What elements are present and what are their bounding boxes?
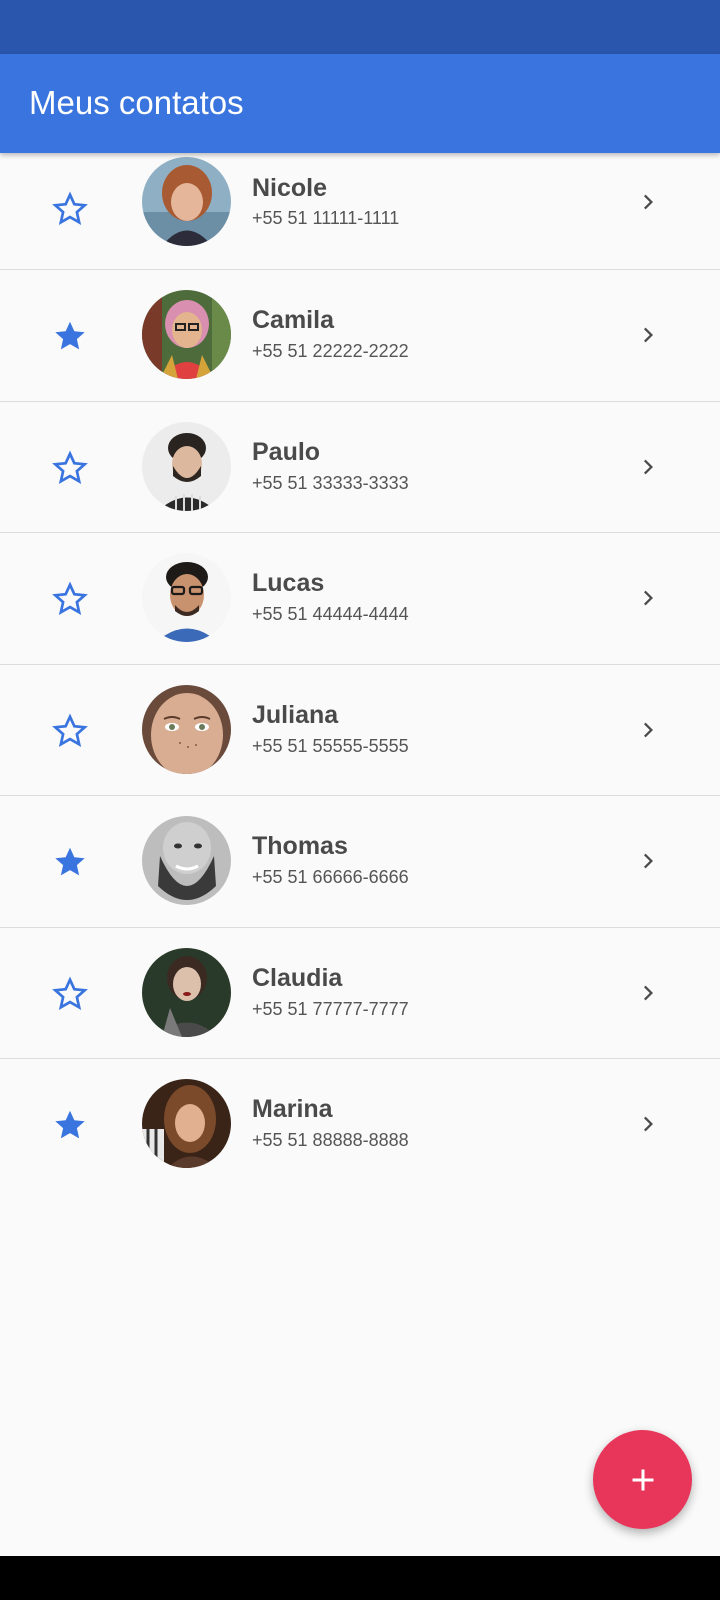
star-outline-icon <box>52 976 88 1010</box>
contact-name: Nicole <box>252 174 328 202</box>
favorite-toggle[interactable] <box>48 840 92 884</box>
chevron-right-icon[interactable] <box>634 846 664 876</box>
contact-phone: +55 51 88888-8888 <box>252 1130 409 1150</box>
favorite-toggle[interactable] <box>48 1103 92 1147</box>
chevron-right-icon[interactable] <box>634 978 664 1008</box>
avatar <box>142 1079 231 1168</box>
contact-phone: +55 51 11111-1111 <box>252 208 400 228</box>
chevron-right-icon[interactable] <box>634 583 664 613</box>
star-filled-icon <box>55 1110 85 1139</box>
contact-row[interactable]: Claudia +55 51 77777-7777 <box>0 928 720 1059</box>
star-outline-icon <box>52 581 88 616</box>
chevron-right-icon[interactable] <box>634 715 664 745</box>
avatar <box>142 157 231 246</box>
star-outline-icon <box>52 450 88 484</box>
contact-row[interactable]: Camila +55 51 22222-2222 <box>0 270 720 402</box>
avatar <box>142 816 231 905</box>
contact-name: Juliana <box>252 700 339 729</box>
avatar <box>142 947 231 1037</box>
contact-row[interactable]: Juliana +55 51 55555-5555 <box>0 665 720 796</box>
favorite-toggle[interactable] <box>48 709 92 753</box>
contact-row[interactable]: Nicole +55 51 11111-1111 <box>0 153 720 270</box>
favorite-toggle[interactable] <box>48 187 92 231</box>
contact-phone: +55 51 77777-7777 <box>252 998 409 1019</box>
contact-name: Thomas <box>252 832 348 860</box>
favorite-toggle[interactable] <box>48 972 92 1016</box>
contact-name: Marina <box>252 1095 333 1123</box>
contact-phone: +55 51 55555-5555 <box>252 735 409 756</box>
favorite-toggle[interactable] <box>48 314 92 358</box>
contact-name: Paulo <box>252 437 321 466</box>
favorite-toggle[interactable] <box>48 577 92 621</box>
avatar <box>142 684 231 774</box>
chevron-right-icon[interactable] <box>634 1109 664 1139</box>
system-nav-bar <box>0 1556 720 1600</box>
contact-name: Lucas <box>252 569 325 597</box>
chevron-right-icon[interactable] <box>634 320 664 350</box>
contact-phone: +55 51 66666-6666 <box>252 867 409 887</box>
status-bar <box>0 0 720 54</box>
avatar <box>142 421 231 511</box>
favorite-toggle[interactable] <box>48 446 92 490</box>
contact-row[interactable]: Paulo +55 51 33333-3333 <box>0 402 720 533</box>
app-bar: Meus contatos <box>0 54 720 153</box>
contact-row[interactable]: Lucas +55 51 44444-4444 <box>0 533 720 665</box>
contact-phone: +55 51 33333-3333 <box>252 472 409 493</box>
contact-list: Nicole +55 51 11111-1111 Camila +55 51 2… <box>0 153 720 1191</box>
star-outline-icon <box>52 713 88 747</box>
contact-name: Claudia <box>252 963 343 992</box>
page-title: Meus contatos <box>29 84 244 121</box>
chevron-right-icon[interactable] <box>634 452 664 482</box>
contact-phone: +55 51 22222-2222 <box>252 341 409 361</box>
add-contact-button[interactable] <box>593 1430 692 1529</box>
contact-row[interactable]: Thomas +55 51 66666-6666 <box>0 796 720 928</box>
contact-phone: +55 51 44444-4444 <box>252 604 409 624</box>
chevron-right-icon[interactable] <box>634 187 664 217</box>
contact-row[interactable]: Marina +55 51 88888-8888 <box>0 1059 720 1191</box>
plus-icon <box>632 1469 653 1490</box>
contact-name: Camila <box>252 306 334 334</box>
avatar <box>142 553 231 642</box>
star-filled-icon <box>55 847 85 876</box>
star-outline-icon <box>52 191 88 226</box>
star-filled-icon <box>55 321 85 350</box>
avatar <box>142 290 231 379</box>
